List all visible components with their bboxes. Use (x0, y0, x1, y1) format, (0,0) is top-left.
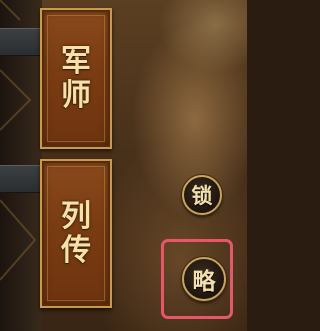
card-label-char: 传 (61, 232, 91, 268)
left-panel-edge (0, 0, 42, 331)
game-screen: 军 师 列 传 锁 略 (0, 0, 247, 331)
card-label-char: 军 (61, 43, 91, 79)
highlight-annotation-box (161, 239, 233, 319)
card-frame: 列 传 (47, 166, 105, 301)
lock-button-label: 锁 (191, 183, 213, 208)
biographies-menu-button[interactable]: 列 传 (40, 159, 112, 308)
lock-button[interactable]: 锁 (182, 175, 222, 215)
card-label-char: 师 (61, 77, 91, 113)
card-frame: 军 师 (47, 15, 105, 142)
card-label-char: 列 (61, 198, 91, 234)
strategist-menu-button[interactable]: 军 师 (40, 8, 112, 149)
